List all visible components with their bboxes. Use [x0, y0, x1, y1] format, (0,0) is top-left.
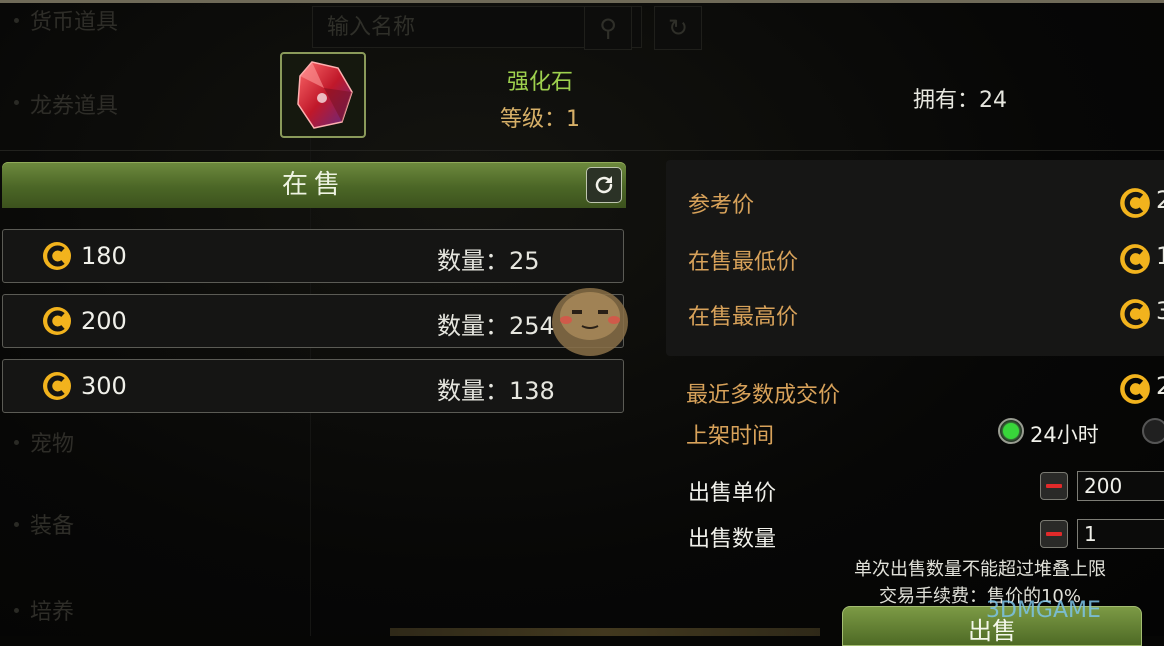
menu-item-pet[interactable]: 宠物: [30, 426, 74, 458]
highest-price-label: 在售最高价: [688, 305, 799, 330]
coin-icon: [1120, 244, 1150, 274]
listing-row[interactable]: 300 数量：138: [2, 359, 624, 413]
on-sale-header: 在售: [2, 162, 626, 208]
reference-price-label: 参考价: [688, 193, 755, 218]
stack-limit-notice: 单次出售数量不能超过堆叠上限: [854, 559, 1106, 580]
on-sale-title: 在售: [281, 170, 346, 200]
red-gem-icon: [280, 52, 366, 138]
coin-icon: [43, 242, 71, 270]
bottom-decoration: [390, 628, 820, 636]
menu-bullet: [14, 440, 19, 445]
coin-icon: [1120, 374, 1150, 404]
listing-price: 200: [81, 307, 127, 335]
coin-icon: [1120, 188, 1150, 218]
recent-price-label: 最近多数成交价: [686, 383, 841, 408]
highest-price-value: 3: [1156, 297, 1164, 325]
listing-quantity: 数量：138: [437, 377, 555, 405]
listing-time-label: 上架时间: [686, 424, 775, 449]
listing-time-option[interactable]: 24小时: [1030, 419, 1099, 449]
lowest-price-label: 在售最低价: [688, 250, 799, 275]
listing-quantity: 数量：25: [437, 247, 540, 275]
quantity-input[interactable]: [1077, 519, 1164, 549]
menu-bullet: [14, 608, 19, 613]
refresh-icon: [595, 176, 613, 194]
item-name: 强化石: [506, 70, 573, 95]
menu-item-equipment[interactable]: 装备: [30, 508, 74, 540]
coin-icon: [1120, 299, 1150, 329]
search-icon[interactable]: ⚲: [584, 6, 632, 50]
lowest-price-value: 1: [1156, 242, 1164, 270]
recent-price-value: 2: [1156, 372, 1164, 400]
listing-row[interactable]: 200 数量：254: [2, 294, 624, 348]
top-border: [0, 0, 1164, 3]
listing-row[interactable]: 180 数量：25: [2, 229, 624, 283]
refresh-icon[interactable]: ↻: [654, 6, 702, 50]
coin-icon: [43, 372, 71, 400]
menu-item-dragon-coupon[interactable]: 龙券道具: [30, 88, 118, 120]
menu-bullet: [14, 522, 19, 527]
radio-selected-dot: [1003, 423, 1019, 439]
unit-price-label: 出售单价: [688, 481, 777, 506]
radio-other-duration[interactable]: [1142, 418, 1164, 444]
decrease-price-button[interactable]: [1040, 472, 1068, 500]
divider: [0, 150, 1164, 151]
listing-quantity: 数量：254: [437, 312, 555, 340]
owned-count: 拥有：24: [913, 88, 1007, 113]
menu-item-currency[interactable]: 货币道具: [30, 4, 118, 36]
watermark: 3DMGAME: [986, 598, 1101, 623]
menu-bullet: [14, 100, 19, 105]
listing-price: 180: [81, 242, 127, 270]
refresh-button[interactable]: [586, 167, 622, 203]
item-level: 等级：1: [500, 107, 580, 132]
menu-item-cultivate[interactable]: 培养: [30, 594, 74, 626]
coin-icon: [43, 307, 71, 335]
mascot-icon: [552, 288, 628, 356]
decrease-quantity-button[interactable]: [1040, 520, 1068, 548]
quantity-label: 出售数量: [688, 527, 777, 552]
unit-price-input[interactable]: [1077, 471, 1164, 501]
reference-price-value: 2: [1156, 186, 1164, 214]
listing-price: 300: [81, 372, 127, 400]
menu-bullet: [14, 18, 19, 23]
radio-24h[interactable]: [998, 418, 1024, 444]
